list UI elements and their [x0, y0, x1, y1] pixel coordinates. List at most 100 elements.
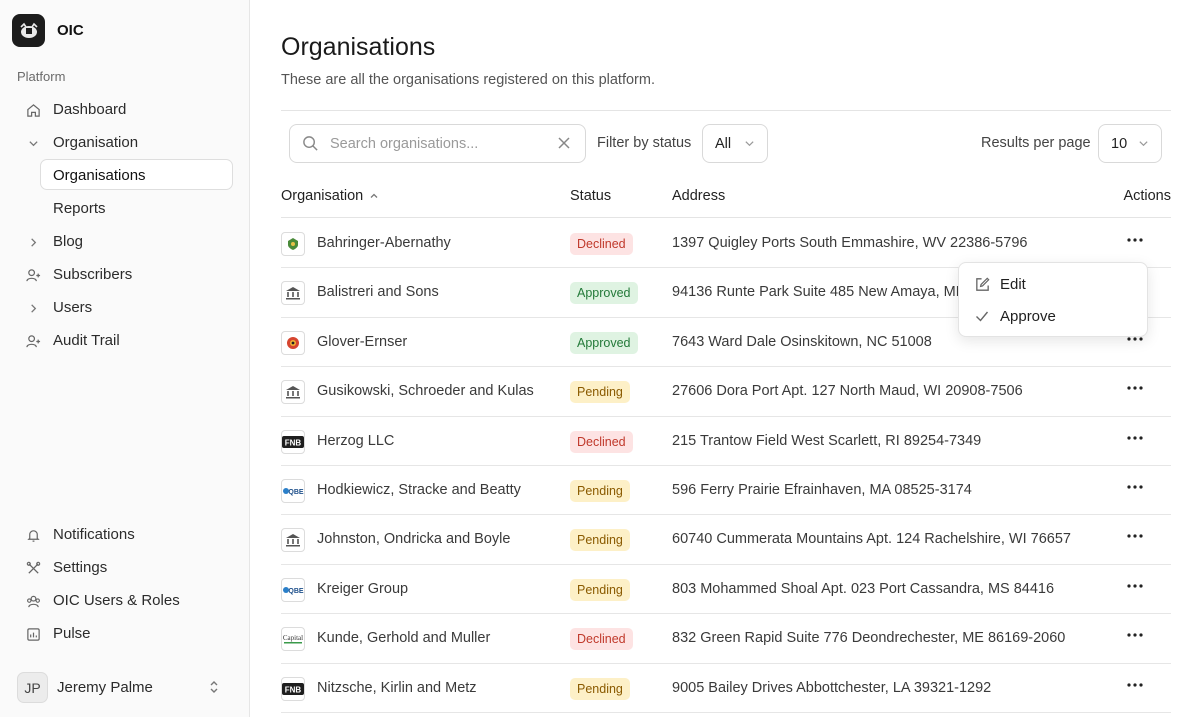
more-actions-icon[interactable]: [1123, 475, 1147, 499]
user-plus-icon: [25, 333, 41, 349]
bell-icon: [25, 527, 41, 543]
table-row[interactable]: Capital Kunde, Gerhold and Muller Declined…: [281, 614, 1171, 664]
sidebar-item-dashboard[interactable]: Dashboard: [0, 93, 249, 126]
sidebar-item-label: Notifications: [53, 526, 135, 543]
sidebar: OIC Platform Dashboard Organisation Orga…: [0, 0, 250, 717]
results-per-page-select[interactable]: 10: [1098, 124, 1162, 163]
sidebar-item-pulse[interactable]: Pulse: [0, 617, 249, 650]
organisation-name: Kunde, Gerhold and Muller: [317, 630, 491, 647]
organisation-name: Balistreri and Sons: [317, 284, 439, 301]
table-row[interactable]: Gusikowski, Schroeder and Kulas Pending 27…: [281, 367, 1171, 417]
sidebar-item-subscribers[interactable]: Subscribers: [0, 258, 249, 291]
more-actions-icon[interactable]: [1123, 623, 1147, 647]
organisation-address: 9005 Bailey Drives Abbottchester, LA 393…: [672, 679, 992, 696]
table-row[interactable]: Johnston, Ondricka and Boyle Pending 60740…: [281, 515, 1171, 565]
sidebar-item-organisation[interactable]: Organisation: [0, 126, 249, 159]
organisation-address: 1397 Quigley Ports South Emmashire, WV 2…: [672, 235, 1028, 251]
table-row[interactable]: FNB Herzog LLC Declined 215 Trantow Field W…: [281, 417, 1171, 466]
organisation-address: 60740 Cummerata Mountains Apt. 124 Rache…: [672, 531, 1071, 548]
table-row[interactable]: QBE Kreiger Group Pending 803 Mohammed Shoa…: [281, 565, 1171, 615]
search-input[interactable]: [330, 134, 550, 154]
sidebar-subitem-label: Organisations: [53, 167, 146, 184]
more-actions-icon[interactable]: [1123, 426, 1147, 450]
sidebar-nav: Dashboard Organisation Organisations Rep…: [0, 93, 249, 357]
menu-item-approve[interactable]: Approve: [973, 305, 1056, 327]
organisation-name: Johnston, Ondricka and Boyle: [317, 531, 511, 548]
more-actions-icon[interactable]: [1123, 376, 1147, 400]
chevron-down-icon: [1138, 137, 1149, 153]
svg-text:FNB: FNB: [285, 685, 302, 694]
users-icon: [25, 593, 41, 609]
search-box: [289, 124, 586, 163]
page-subtitle: These are all the organisations register…: [281, 72, 655, 88]
organisation-logo-icon: QBE: [281, 478, 305, 503]
chevron-down-icon: [25, 135, 41, 151]
sidebar-item-users[interactable]: Users: [0, 291, 249, 324]
chevron-right-icon: [25, 234, 41, 250]
organisation-address: 832 Green Rapid Suite 776 Deondrechester…: [672, 630, 1066, 647]
clear-search-icon[interactable]: [557, 136, 571, 155]
sidebar-bottom-nav: Notifications Settings OIC Users & Roles…: [0, 518, 249, 650]
table-row[interactable]: Bahringer-Abernathy Declined 1397 Quigley …: [281, 219, 1171, 269]
crest-logo-icon: [12, 14, 45, 47]
svg-text:Capital: Capital: [283, 634, 303, 642]
status-badge: Declined: [570, 233, 633, 255]
more-actions-icon[interactable]: [1123, 228, 1147, 252]
check-icon: [973, 307, 991, 325]
sidebar-item-blog[interactable]: Blog: [0, 225, 249, 258]
sidebar-item-label: Subscribers: [53, 266, 133, 283]
sidebar-item-label: Blog: [53, 233, 84, 250]
filter-label: Filter by status: [597, 135, 692, 151]
section-label-platform: Platform: [17, 69, 66, 84]
page-title: Organisations: [281, 33, 436, 61]
status-filter-select[interactable]: All: [702, 124, 768, 163]
more-actions-icon[interactable]: [1123, 574, 1147, 598]
organisation-name: Gusikowski, Schroeder and Kulas: [317, 383, 534, 400]
results-per-page-value: 10: [1111, 136, 1128, 152]
sidebar-item-notifications[interactable]: Notifications: [0, 518, 249, 551]
organisation-address: 596 Ferry Prairie Efrainhaven, MA 08525-…: [672, 481, 972, 498]
organisation-logo-icon: QBE: [281, 577, 305, 602]
status-badge: Pending: [570, 381, 630, 404]
table-row[interactable]: QBE Hodkiewicz, Stracke and Beatty Pending…: [281, 466, 1171, 516]
organisation-name: Bahringer-Abernathy: [317, 235, 451, 251]
column-header-organisation[interactable]: Organisation: [281, 188, 379, 204]
table-row[interactable]: FNB Nitzsche, Kirlin and Metz Pending 9005 …: [281, 664, 1171, 713]
sidebar-item-audit-trail[interactable]: Audit Trail: [0, 324, 249, 357]
status-badge: Pending: [570, 529, 630, 552]
more-actions-icon[interactable]: [1123, 524, 1147, 548]
organisation-address: 7643 Ward Dale Osinskitown, NC 51008: [672, 333, 932, 350]
organisation-logo-icon: [281, 380, 305, 405]
organisation-logo-icon: [281, 281, 305, 306]
sidebar-item-oic-users-roles[interactable]: OIC Users & Roles: [0, 584, 249, 617]
chart-icon: [25, 626, 41, 642]
menu-item-edit[interactable]: Edit: [973, 273, 1026, 295]
organisation-name: Hodkiewicz, Stracke and Beatty: [317, 481, 521, 498]
menu-item-label: Edit: [1000, 275, 1026, 293]
divider: [281, 110, 1171, 111]
user-menu[interactable]: JP Jeremy Palme: [17, 671, 232, 704]
main-content: Organisations These are all the organisa…: [281, 0, 1171, 717]
column-header-address: Address: [672, 188, 726, 204]
app-name: OIC: [57, 22, 84, 39]
sidebar-item-label: Organisation: [53, 134, 139, 151]
svg-text:FNB: FNB: [285, 438, 302, 447]
sidebar-subitem-reports[interactable]: Reports: [0, 192, 249, 225]
chevron-right-icon: [25, 300, 41, 316]
sidebar-item-label: OIC Users & Roles: [53, 592, 180, 609]
home-icon: [25, 102, 41, 118]
chevron-down-icon: [744, 137, 755, 153]
status-badge: Pending: [570, 677, 630, 700]
organisation-address: 94136 Runte Park Suite 485 New Amaya, MD…: [672, 284, 979, 301]
sidebar-item-settings[interactable]: Settings: [0, 551, 249, 584]
svg-text:QBE: QBE: [288, 588, 304, 595]
status-badge: Declined: [570, 628, 633, 651]
more-actions-icon[interactable]: [1123, 673, 1147, 697]
brand[interactable]: OIC: [12, 14, 84, 47]
sidebar-subitem-organisations[interactable]: Organisations: [0, 159, 249, 192]
sort-ascending-icon: [369, 191, 379, 201]
column-header-actions: Actions: [1123, 188, 1171, 204]
organisation-logo-icon: [281, 232, 305, 256]
table-header: Organisation Status Address Actions: [281, 180, 1171, 218]
tools-icon: [25, 560, 41, 576]
